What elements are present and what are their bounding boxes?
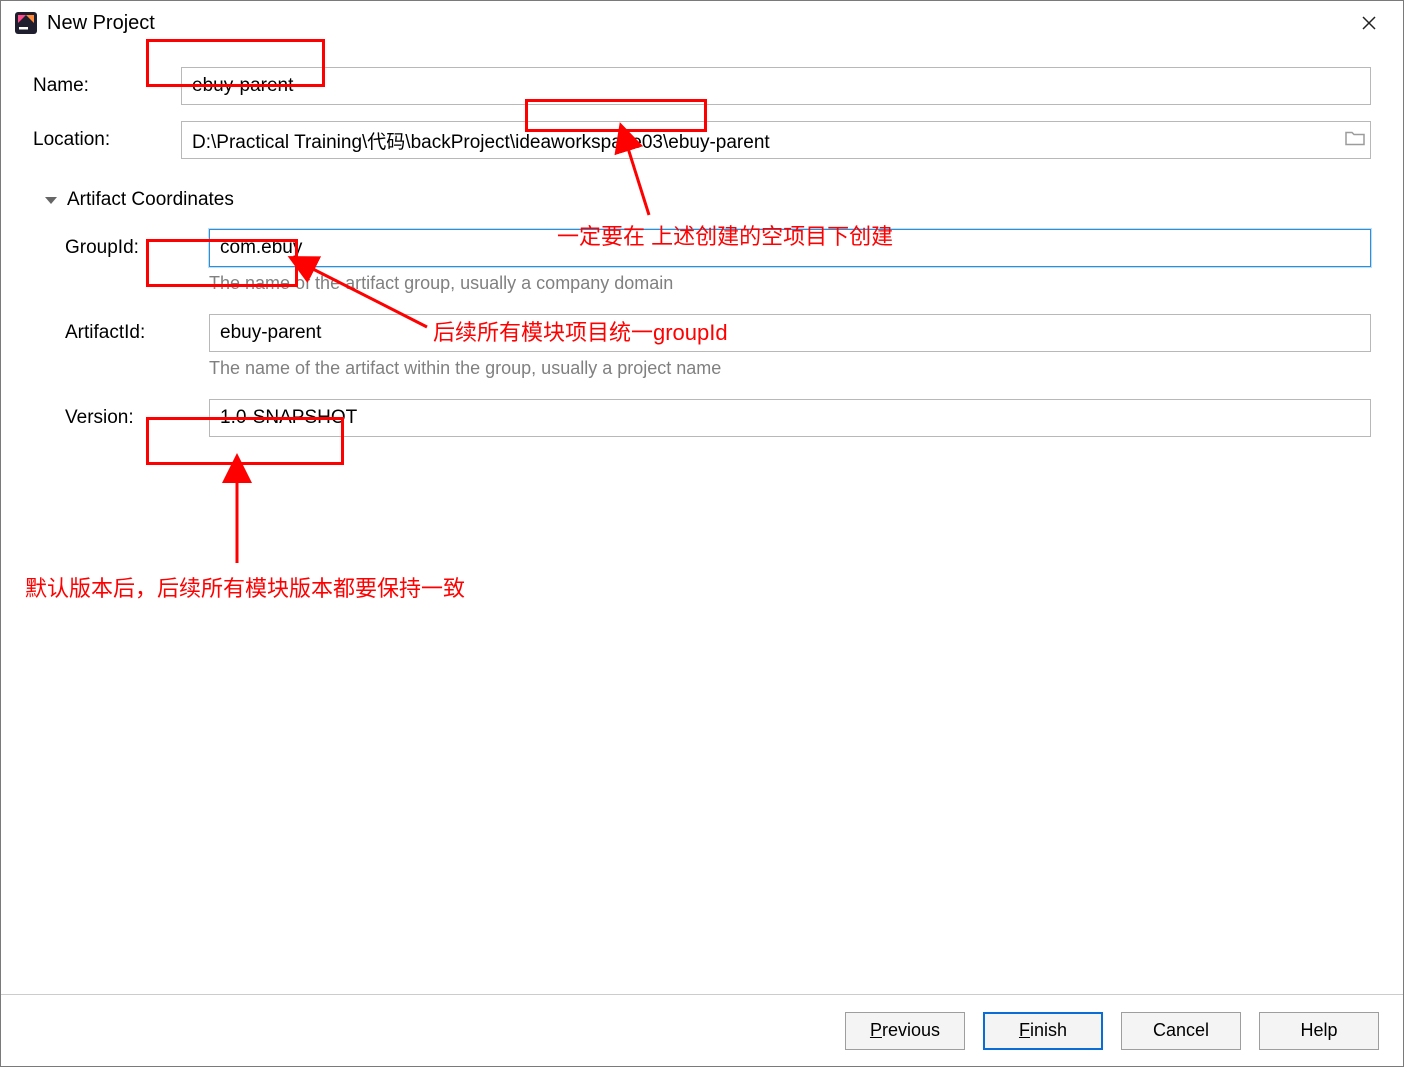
name-input[interactable] xyxy=(181,67,1371,105)
version-label: Version: xyxy=(33,407,209,429)
previous-label-rest: revious xyxy=(882,1020,940,1040)
name-label: Name: xyxy=(33,75,181,97)
annotation-text-1: 一定要在 上述创建的空项目下创建 xyxy=(557,219,893,251)
artifactid-hint: The name of the artifact within the grou… xyxy=(209,358,1371,379)
section-title: Artifact Coordinates xyxy=(67,189,234,211)
location-label: Location: xyxy=(33,129,181,151)
location-row: Location: xyxy=(33,121,1371,159)
previous-button[interactable]: Previous xyxy=(845,1012,965,1050)
cancel-label: Cancel xyxy=(1153,1020,1209,1041)
annotation-arrows xyxy=(1,45,1403,994)
annotation-text-2: 后续所有模块项目统一groupId xyxy=(433,315,728,347)
help-label: Help xyxy=(1300,1020,1337,1041)
new-project-dialog: New Project Name: Location: xyxy=(0,0,1404,1067)
intellij-icon xyxy=(15,12,37,34)
version-row: Version: xyxy=(33,399,1371,437)
finish-label-rest: inish xyxy=(1030,1020,1067,1040)
finish-button[interactable]: Finish xyxy=(983,1012,1103,1050)
artifact-coordinates-toggle[interactable]: Artifact Coordinates xyxy=(45,189,1371,211)
expand-arrow-icon xyxy=(45,197,57,204)
location-input[interactable] xyxy=(181,121,1371,159)
close-icon xyxy=(1362,16,1376,30)
artifactid-input[interactable] xyxy=(209,314,1371,352)
help-button[interactable]: Help xyxy=(1259,1012,1379,1050)
artifactid-label: ArtifactId: xyxy=(33,322,209,344)
groupid-label: GroupId: xyxy=(33,237,209,259)
footer: Previous Finish Cancel Help xyxy=(1,994,1403,1066)
window-title: New Project xyxy=(47,12,155,35)
name-row: Name: xyxy=(33,67,1371,105)
content-area: Name: Location: Artifact Coordinates xyxy=(1,45,1403,994)
titlebar: New Project xyxy=(1,1,1403,45)
cancel-button[interactable]: Cancel xyxy=(1121,1012,1241,1050)
browse-folder-icon[interactable] xyxy=(1345,130,1365,151)
version-input[interactable] xyxy=(209,399,1371,437)
annotation-text-3: 默认版本后，后续所有模块版本都要保持一致 xyxy=(25,571,465,603)
groupid-hint: The name of the artifact group, usually … xyxy=(209,273,1371,294)
close-button[interactable] xyxy=(1347,6,1391,40)
